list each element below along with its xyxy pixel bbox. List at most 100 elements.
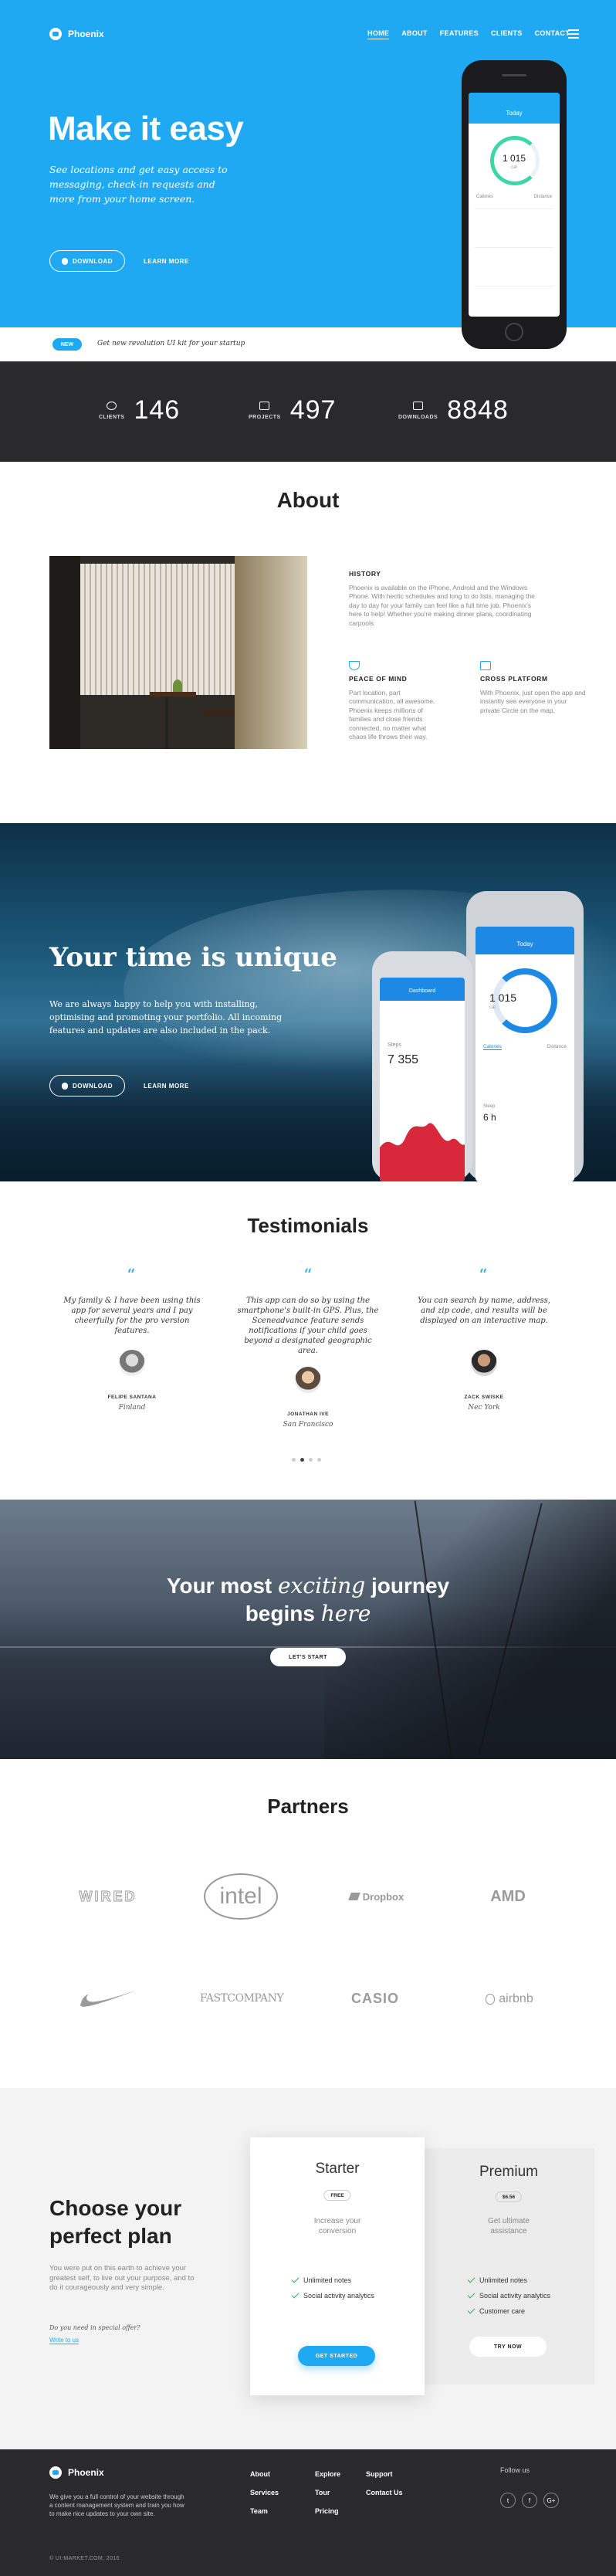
premium-feature: Unlimited notes — [467, 2275, 528, 2284]
testimonial-location-3: Nec York — [468, 1404, 500, 1412]
try-now-button[interactable]: TRY NOW — [469, 2337, 547, 2357]
google-plus-icon[interactable]: G+ — [543, 2493, 559, 2508]
footer-link-contact[interactable]: Contact Us — [366, 2483, 403, 2502]
footer-link-support[interactable]: Support — [366, 2465, 403, 2483]
new-badge-text[interactable]: Get new revolution UI kit for your start… — [97, 340, 245, 347]
stat-clients-label: CLIENTS — [99, 414, 125, 420]
feature-label: Social activity analytics — [303, 2292, 375, 2300]
starter-purpose: conversion — [318, 2227, 357, 2235]
hero-download-label: DOWNLOAD — [73, 257, 113, 265]
airbnb-icon — [486, 1994, 496, 2005]
phone-value: 1 015 — [502, 153, 526, 164]
check-icon — [291, 2275, 300, 2283]
starter-purpose: Increase your — [313, 2217, 361, 2225]
about-peace: PEACE OF MIND Part location, part commun… — [349, 661, 435, 742]
journey-text: Your most — [166, 1574, 279, 1598]
feature-label: Unlimited notes — [479, 2276, 528, 2284]
airbnb-wordmark: airbnb — [499, 1992, 533, 2005]
footer-link-services[interactable]: Services — [250, 2483, 279, 2502]
about-cross: CROSS PLATFORM With Phoenix, just open t… — [480, 661, 588, 715]
time-download-label: DOWNLOAD — [73, 1082, 113, 1090]
footer-logo[interactable]: Phoenix — [49, 2466, 104, 2479]
stat-downloads-label: DOWNLOADS — [398, 414, 438, 420]
testimonial-text-3: You can search by name, address, and zip… — [418, 1296, 550, 1325]
partner-logo-fastcompany[interactable]: FASTCOMPANY — [199, 1991, 284, 2006]
footer-link-pricing[interactable]: Pricing — [315, 2502, 340, 2520]
partner-logo-airbnb[interactable]: airbnb — [472, 1991, 547, 2008]
journey-emphasis: here — [320, 1601, 371, 1626]
dropbox-icon — [347, 1893, 360, 1900]
about-cafe-image — [49, 556, 307, 749]
peace-text: Part location, part communication, all a… — [349, 688, 435, 741]
time-download-button[interactable]: DOWNLOAD — [49, 1075, 125, 1096]
footer-col-3: Support Contact Us — [366, 2465, 403, 2502]
partner-logo-amd[interactable]: AMD — [471, 1887, 545, 1906]
testimonial-text-1: My family & I have been using this app f… — [63, 1296, 201, 1335]
premium-purpose: Get ultimate — [488, 2217, 530, 2225]
dropbox-wordmark: Dropbox — [362, 1890, 404, 1903]
nike-swoosh-icon — [80, 1991, 135, 2007]
chat-icon — [107, 401, 117, 410]
footer-link-tour[interactable]: Tour — [315, 2483, 340, 2502]
time-learn-more-link[interactable]: LEARN MORE — [144, 1083, 189, 1090]
nav-contact[interactable]: CONTACT — [535, 29, 570, 39]
about-title: About — [276, 488, 340, 512]
footer-about: We give you a full control of your websi… — [49, 2493, 184, 2517]
nav-about[interactable]: ABOUT — [401, 29, 428, 39]
testimonial-text-2: This app can do so by using the smartpho… — [237, 1296, 379, 1355]
stat-downloads-value: 8848 — [447, 395, 509, 425]
menu-icon[interactable] — [568, 29, 579, 41]
avatar — [119, 1350, 145, 1376]
check-icon — [291, 2290, 300, 2299]
plan-title-line: Choose your — [49, 2196, 182, 2220]
twitter-icon[interactable]: t — [500, 2493, 516, 2508]
premium-price: $6.56 — [495, 2191, 523, 2202]
lets-start-button[interactable]: LET'S START — [270, 1648, 346, 1666]
nav-home[interactable]: HOME — [367, 29, 390, 39]
nav-features[interactable]: FEATURES — [440, 29, 479, 39]
stat-projects-value: 497 — [289, 395, 337, 425]
cross-text: With Phoenix, just open the app and inst… — [480, 688, 586, 714]
partner-logo-intel[interactable]: intel — [204, 1873, 278, 1920]
starter-price: FREE — [323, 2190, 351, 2201]
hero-learn-more-link[interactable]: LEARN MORE — [144, 258, 189, 265]
brand-name: Phoenix — [68, 29, 104, 39]
steps-label: Steps — [388, 1042, 401, 1048]
hero-download-button[interactable]: DOWNLOAD — [49, 250, 125, 272]
footer-col-1: About Services Team — [250, 2465, 279, 2520]
write-to-us-link[interactable]: Write to us — [49, 2337, 80, 2344]
get-started-button[interactable]: GET STARTED — [298, 2346, 375, 2366]
quote-icon: “ — [479, 1266, 488, 1286]
testimonial-name-1: FELIPE SANTANA — [107, 1395, 157, 1400]
footer-link-team[interactable]: Team — [250, 2502, 279, 2520]
footer-brand-name: Phoenix — [68, 2467, 104, 2478]
briefcase-icon — [259, 401, 270, 410]
nav-clients[interactable]: CLIENTS — [491, 29, 523, 39]
partners-title: Partners — [267, 1795, 349, 1818]
pagination-dot[interactable] — [300, 1458, 304, 1462]
check-icon — [467, 2306, 476, 2314]
pagination-dot[interactable] — [309, 1458, 313, 1462]
follow-us-label: Follow us — [500, 2466, 530, 2474]
stat-projects-label: PROJECTS — [249, 414, 281, 420]
phone-unit: cal — [511, 165, 517, 170]
partner-logo-casio[interactable]: CASIO — [337, 1991, 414, 2006]
partner-logo-dropbox[interactable]: Dropbox — [340, 1887, 414, 1906]
facebook-icon[interactable]: f — [522, 2493, 537, 2508]
time-title: Your time is unique — [49, 942, 337, 973]
testimonial-pagination — [292, 1458, 321, 1462]
brand-logo[interactable]: Phoenix — [49, 28, 104, 40]
feature-label: Social activity analytics — [479, 2292, 551, 2300]
stat-clients: CLIENTS 146 — [99, 395, 180, 425]
footer-link-about[interactable]: About — [250, 2465, 279, 2483]
journey-text: journey — [365, 1574, 450, 1598]
testimonial-location-1: Finland — [118, 1404, 146, 1412]
pagination-dot[interactable] — [317, 1458, 321, 1462]
premium-purpose: assistance — [490, 2227, 527, 2235]
hero-title: Make it easy — [48, 110, 244, 147]
partner-logo-nike[interactable] — [77, 1986, 139, 2009]
testimonial-location-2: San Francisco — [283, 1421, 333, 1429]
footer-link-explore[interactable]: Explore — [315, 2465, 340, 2483]
partner-logo-wired[interactable]: WIRED — [71, 1887, 145, 1906]
pagination-dot[interactable] — [292, 1458, 296, 1462]
